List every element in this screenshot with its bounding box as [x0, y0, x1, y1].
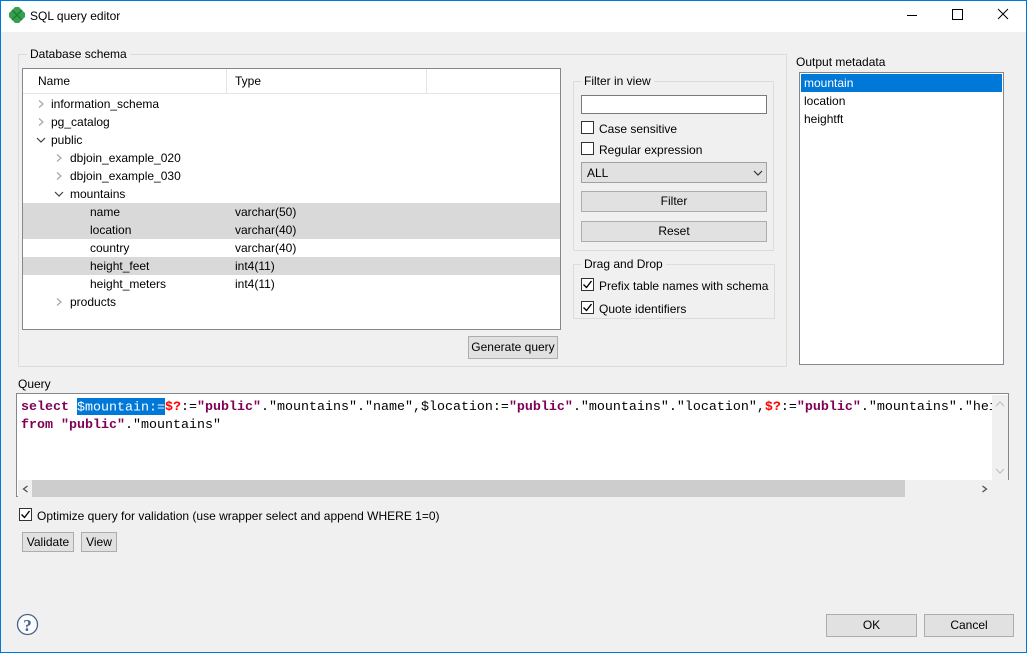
svg-text:?: ? [23, 616, 32, 635]
